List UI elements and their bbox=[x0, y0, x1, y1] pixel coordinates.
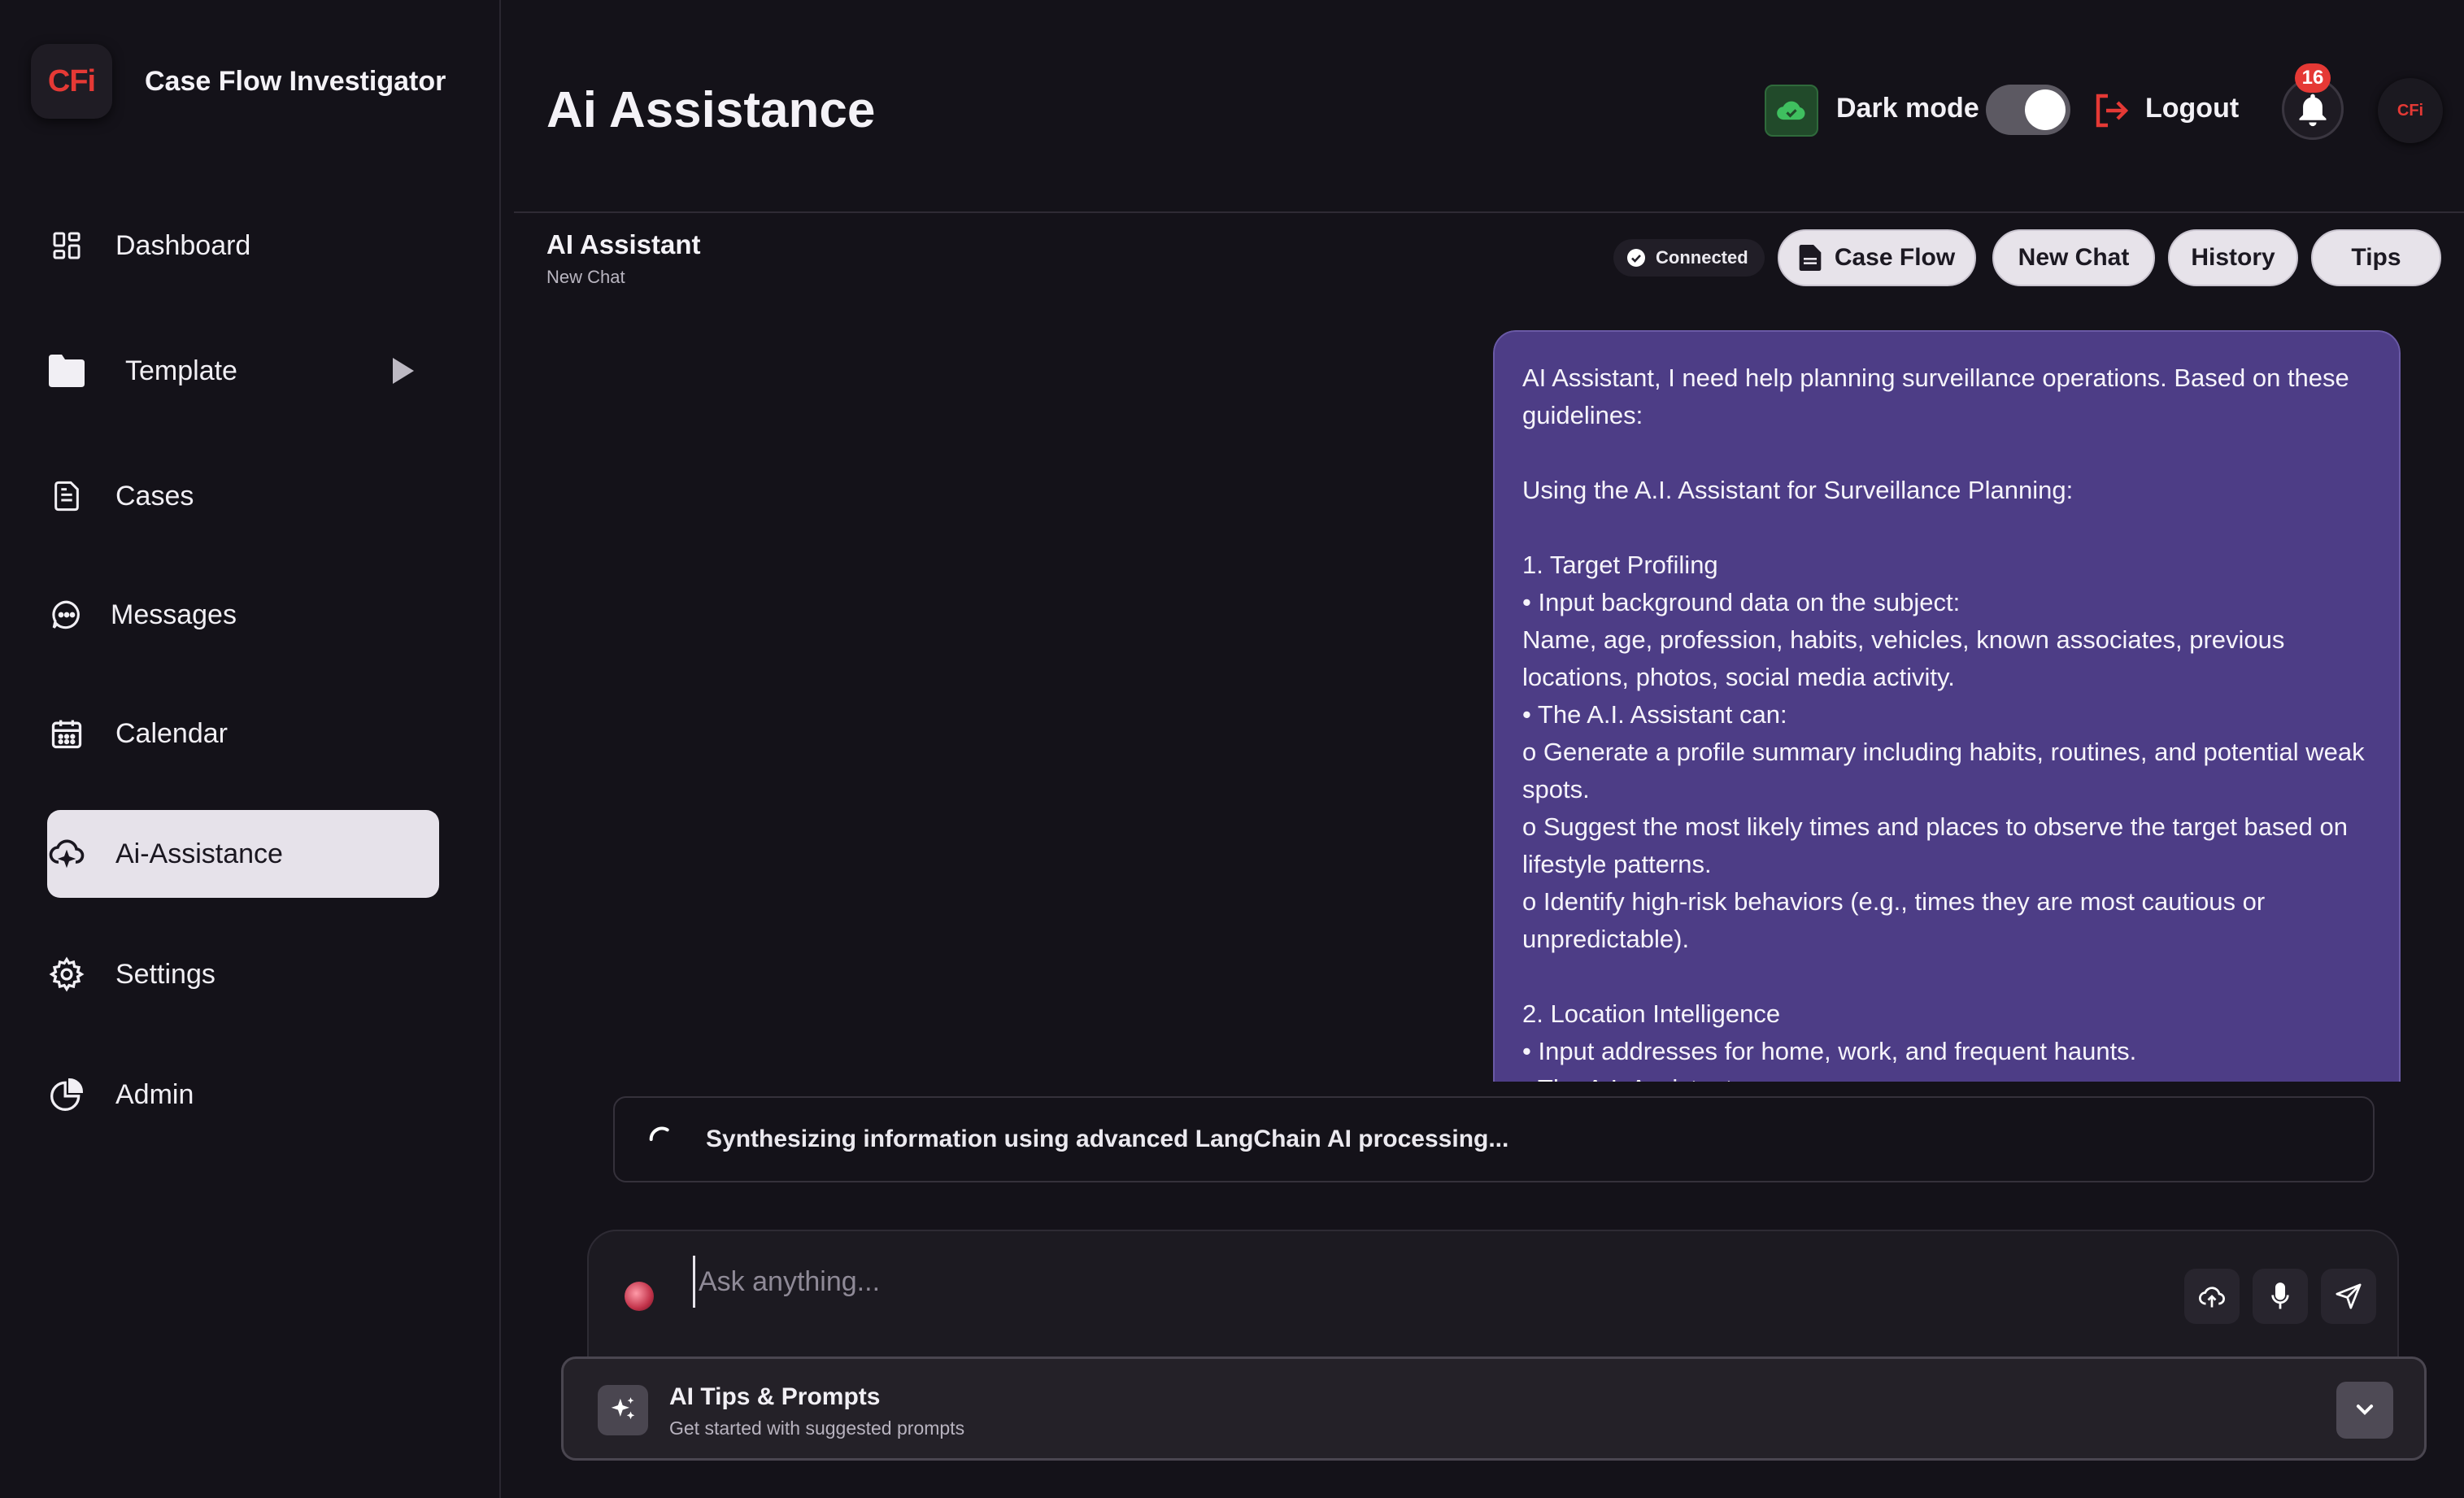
ai-tips-panel[interactable]: AI Tips & Prompts Get started with sugge… bbox=[561, 1356, 2427, 1461]
sparkles-icon bbox=[598, 1385, 648, 1435]
connection-status-badge: Connected bbox=[1613, 239, 1765, 277]
ai-orb-icon bbox=[625, 1282, 654, 1311]
file-icon bbox=[1799, 245, 1822, 271]
sidebar-item-label: Dashboard bbox=[115, 229, 251, 261]
cloud-upload-icon bbox=[2199, 1287, 2225, 1308]
new-chat-label: New Chat bbox=[2018, 244, 2130, 271]
upload-button[interactable] bbox=[2184, 1269, 2240, 1324]
sidebar-item-label: Settings bbox=[115, 958, 215, 990]
case-flow-label: Case Flow bbox=[1834, 244, 1956, 271]
new-chat-button[interactable]: New Chat bbox=[1992, 229, 2155, 286]
brand[interactable]: CFi Case Flow Investigator bbox=[31, 44, 446, 119]
sidebar: CFi Case Flow Investigator Dashboard Tem… bbox=[0, 0, 501, 1498]
sidebar-item-label: Messages bbox=[111, 599, 237, 630]
processing-status: Synthesizing information using advanced … bbox=[613, 1096, 2375, 1182]
history-button[interactable]: History bbox=[2168, 229, 2298, 286]
sidebar-item-label: Calendar bbox=[115, 717, 228, 749]
logout-icon[interactable] bbox=[2092, 91, 2131, 134]
cloud-sync-status[interactable] bbox=[1765, 85, 1818, 137]
tips-button[interactable]: Tips bbox=[2311, 229, 2441, 286]
user-avatar[interactable]: CFi bbox=[2378, 78, 2443, 143]
sidebar-item-template[interactable]: Template bbox=[47, 327, 439, 415]
chat-title: AI Assistant bbox=[546, 229, 701, 259]
sidebar-item-settings[interactable]: Settings bbox=[47, 930, 439, 1018]
expand-tips-button[interactable] bbox=[2336, 1382, 2393, 1439]
chat-message-scroll[interactable]: AI Assistant, I need help planning surve… bbox=[1493, 330, 2401, 1082]
cloud-ai-icon bbox=[47, 834, 86, 873]
app-name: Case Flow Investigator bbox=[145, 65, 446, 97]
case-flow-button[interactable]: Case Flow bbox=[1778, 229, 1976, 286]
processing-text: Synthesizing information using advanced … bbox=[706, 1126, 1509, 1152]
tips-title: AI Tips & Prompts bbox=[669, 1383, 881, 1410]
history-label: History bbox=[2191, 244, 2275, 271]
folder-icon bbox=[47, 351, 86, 390]
dark-mode-toggle[interactable] bbox=[1986, 85, 2070, 135]
sidebar-item-label: Cases bbox=[115, 480, 194, 512]
avatar-text: CFi bbox=[2397, 101, 2424, 120]
status-text: Connected bbox=[1656, 247, 1748, 268]
logout-button[interactable]: Logout bbox=[2145, 93, 2239, 124]
send-icon bbox=[2336, 1283, 2362, 1309]
sidebar-item-cases[interactable]: Cases bbox=[47, 452, 439, 540]
cloud-check-icon bbox=[1777, 101, 1805, 120]
microphone-icon bbox=[2271, 1282, 2289, 1309]
sidebar-item-admin[interactable]: Admin bbox=[47, 1051, 439, 1139]
ask-input[interactable] bbox=[693, 1256, 2075, 1308]
send-button[interactable] bbox=[2321, 1269, 2376, 1324]
toggle-knob bbox=[2025, 89, 2066, 130]
sidebar-item-dashboard[interactable]: Dashboard bbox=[47, 202, 439, 290]
sidebar-item-label: Template bbox=[125, 355, 237, 386]
app-logo: CFi bbox=[31, 44, 112, 119]
sidebar-item-label: Ai-Assistance bbox=[115, 838, 283, 869]
sidebar-item-ai-assistance[interactable]: Ai-Assistance bbox=[47, 810, 439, 898]
tips-subtitle: Get started with suggested prompts bbox=[669, 1417, 965, 1439]
page-title: Ai Assistance bbox=[546, 82, 876, 138]
pie-chart-icon bbox=[47, 1075, 86, 1114]
document-icon bbox=[47, 477, 86, 516]
gear-icon bbox=[47, 955, 86, 994]
chevron-down-icon bbox=[2356, 1404, 2374, 1416]
message-text: AI Assistant, I need help planning surve… bbox=[1522, 364, 2365, 1082]
calendar-icon bbox=[47, 714, 86, 753]
grid-icon bbox=[47, 226, 86, 265]
tips-label: Tips bbox=[2351, 244, 2401, 271]
chat-bubble-icon bbox=[47, 595, 86, 634]
chat-subtitle: New Chat bbox=[546, 267, 625, 287]
chat-composer bbox=[587, 1230, 2399, 1360]
expand-arrow-icon[interactable] bbox=[389, 356, 416, 393]
bell-icon bbox=[2299, 94, 2327, 127]
check-circle-icon bbox=[1627, 249, 1645, 267]
user-message-bubble: AI Assistant, I need help planning surve… bbox=[1493, 330, 2401, 1082]
spinner-icon bbox=[649, 1126, 669, 1141]
sidebar-item-messages[interactable]: Messages bbox=[47, 571, 439, 659]
sidebar-item-label: Admin bbox=[115, 1078, 194, 1110]
sidebar-item-calendar[interactable]: Calendar bbox=[47, 690, 439, 777]
logo-text: CFi bbox=[47, 63, 96, 98]
header-divider bbox=[514, 211, 2464, 213]
notification-badge: 16 bbox=[2295, 63, 2331, 93]
microphone-button[interactable] bbox=[2253, 1269, 2308, 1324]
dark-mode-label: Dark mode bbox=[1836, 93, 1979, 124]
